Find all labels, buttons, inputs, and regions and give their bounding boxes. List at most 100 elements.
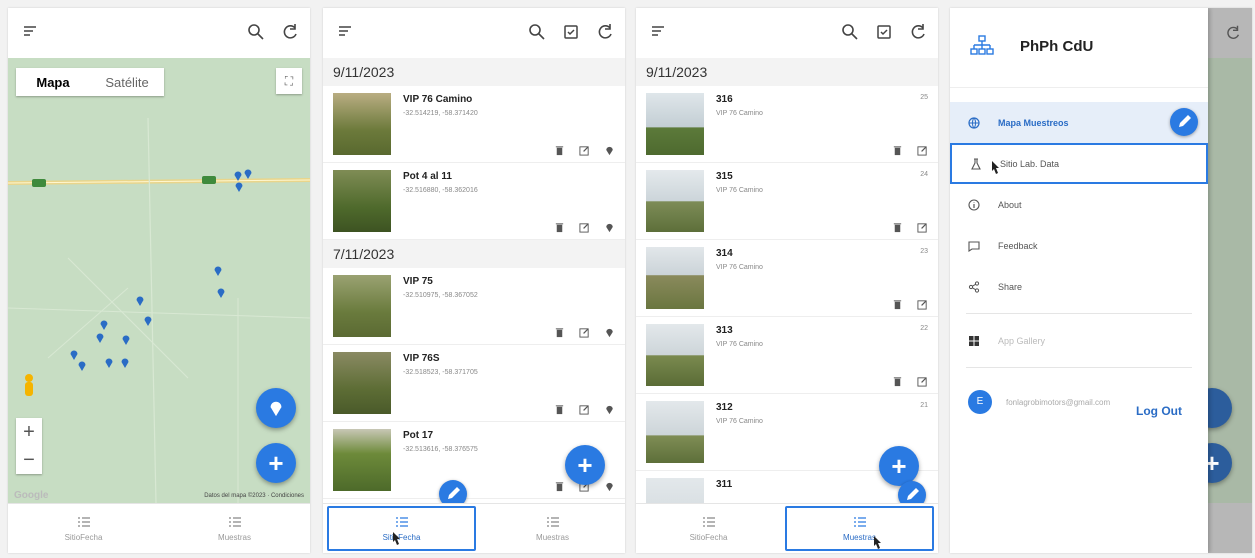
list-item[interactable]: VIP 75 -32.510975, -58.367052 — [323, 268, 625, 345]
gallery-icon — [968, 335, 980, 347]
map-pin[interactable] — [136, 296, 144, 306]
refresh-icon[interactable] — [595, 22, 615, 42]
zoom-out-button[interactable]: − — [16, 446, 42, 474]
map-credits[interactable]: Datos del mapa ©2023 · Condiciones — [204, 493, 304, 499]
list-item[interactable]: VIP 76 Camino -32.514219, -58.371420 — [323, 86, 625, 163]
add-fab[interactable]: + — [565, 445, 605, 485]
delete-icon[interactable] — [892, 297, 903, 310]
drawer-item-about[interactable]: About — [950, 184, 1208, 225]
search-icon[interactable] — [840, 22, 860, 42]
list-item[interactable]: 315 VIP 76 Camino 24 — [636, 163, 938, 240]
nav-sitio-fecha[interactable]: SitioFecha — [327, 506, 476, 551]
delete-icon[interactable] — [554, 325, 565, 338]
map-pin[interactable] — [122, 335, 130, 345]
nav-label: Muestras — [536, 533, 569, 542]
map-pin[interactable] — [70, 350, 78, 360]
search-icon[interactable] — [246, 22, 266, 42]
list-icon — [546, 515, 560, 529]
pegman-icon[interactable] — [20, 372, 38, 402]
app-bar — [8, 8, 310, 58]
drawer-scrim[interactable]: + — [1192, 8, 1252, 553]
delete-icon[interactable] — [892, 374, 903, 387]
avatar: E — [968, 390, 992, 414]
map-pin[interactable] — [214, 266, 222, 276]
item-subtitle: VIP 76 Camino — [716, 264, 763, 271]
map-type-satellite[interactable]: Satélite — [90, 75, 164, 90]
bottom-nav: SitioFecha Muestras — [323, 503, 625, 553]
drawer-item-label: App Gallery — [998, 335, 1046, 346]
nav-muestras[interactable]: Muestras — [159, 504, 310, 553]
nav-muestras[interactable]: Muestras — [785, 506, 934, 551]
delete-icon[interactable] — [554, 402, 565, 415]
item-title: 311 — [716, 479, 733, 490]
edit-icon[interactable] — [917, 143, 928, 156]
location-icon[interactable] — [604, 220, 615, 233]
checkbox-icon[interactable] — [561, 22, 581, 42]
map-pin[interactable] — [96, 333, 104, 343]
drawer-item-feedback[interactable]: Feedback — [950, 225, 1208, 266]
nav-muestras[interactable]: Muestras — [480, 504, 625, 553]
checkbox-icon[interactable] — [874, 22, 894, 42]
delete-icon[interactable] — [554, 143, 565, 156]
drawer-item-app-gallery[interactable]: App Gallery — [950, 320, 1208, 361]
refresh-icon[interactable] — [280, 22, 300, 42]
edit-icon[interactable] — [579, 402, 590, 415]
nav-sitio-fecha[interactable]: SitioFecha — [8, 504, 159, 553]
list-item[interactable]: Pot 4 al 11 -32.516880, -58.362016 — [323, 163, 625, 240]
edit-icon[interactable] — [917, 220, 928, 233]
list-item[interactable]: 316 VIP 76 Camino 25 — [636, 86, 938, 163]
refresh-icon[interactable] — [908, 22, 928, 42]
location-icon — [270, 401, 282, 417]
logout-button[interactable]: Log Out — [1136, 404, 1182, 418]
map-pin[interactable] — [235, 182, 243, 192]
bottom-nav: SitioFecha Muestras — [636, 503, 938, 553]
search-icon[interactable] — [527, 22, 547, 42]
map-type-map[interactable]: Mapa — [16, 75, 90, 90]
drawer-divider — [966, 313, 1192, 314]
sort-menu-icon[interactable] — [650, 24, 666, 40]
sort-menu-icon[interactable] — [22, 24, 38, 40]
edit-fab[interactable] — [1170, 108, 1198, 136]
map-pin[interactable] — [234, 171, 242, 181]
share-icon — [968, 280, 980, 293]
map-pin[interactable] — [105, 358, 113, 368]
location-icon[interactable] — [604, 479, 615, 492]
list-item[interactable]: 313 VIP 76 Camino 22 — [636, 317, 938, 394]
delete-icon[interactable] — [892, 220, 903, 233]
map-pin[interactable] — [144, 316, 152, 326]
location-icon[interactable] — [604, 402, 615, 415]
fullscreen-button[interactable]: ⛶ — [276, 68, 302, 94]
list-item[interactable]: VIP 76S -32.518523, -58.371705 — [323, 345, 625, 422]
map-pin[interactable] — [78, 361, 86, 371]
edit-icon[interactable] — [917, 374, 928, 387]
edit-icon[interactable] — [579, 325, 590, 338]
map-pin[interactable] — [100, 320, 108, 330]
location-fab[interactable] — [256, 388, 296, 428]
drawer-item-label: Mapa Muestreos — [998, 117, 1069, 128]
location-icon[interactable] — [604, 325, 615, 338]
list-item[interactable]: 314 VIP 76 Camino 23 — [636, 240, 938, 317]
drawer-item-share[interactable]: Share — [950, 266, 1208, 307]
add-fab[interactable]: + — [879, 446, 919, 486]
delete-icon[interactable] — [554, 479, 565, 492]
drawer-item-mapa-muestreos[interactable]: Mapa Muestreos — [950, 102, 1208, 143]
map-pin[interactable] — [244, 169, 252, 179]
sort-menu-icon[interactable] — [337, 24, 353, 40]
drawer-item-sitio-lab-data[interactable]: Sitio Lab. Data — [950, 143, 1208, 184]
nav-sitio-fecha[interactable]: SitioFecha — [636, 504, 781, 553]
edit-icon[interactable] — [579, 143, 590, 156]
map-pin[interactable] — [217, 288, 225, 298]
map-pin[interactable] — [121, 358, 129, 368]
edit-icon[interactable] — [917, 297, 928, 310]
thumbnail — [646, 324, 704, 386]
edit-icon[interactable] — [579, 220, 590, 233]
globe-icon — [968, 116, 980, 129]
road-label — [202, 176, 216, 184]
delete-icon[interactable] — [554, 220, 565, 233]
zoom-in-button[interactable]: + — [16, 418, 42, 446]
delete-icon[interactable] — [892, 143, 903, 156]
location-icon[interactable] — [604, 143, 615, 156]
map-view[interactable]: Mapa Satélite ⛶ + − + Google Datos del m… — [8, 58, 310, 503]
add-fab[interactable]: + — [256, 443, 296, 483]
item-coords: -32.514219, -58.371420 — [403, 110, 478, 117]
